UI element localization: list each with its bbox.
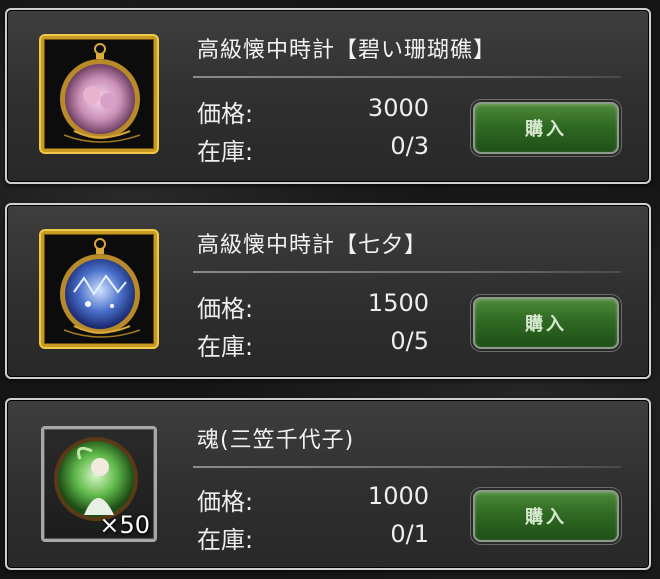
stock-label: 在庫: bbox=[197, 526, 254, 554]
shop-item-card: 高級懐中時計【七夕】 価格: 1500 在庫: 0/5 購入 bbox=[5, 203, 651, 379]
buy-button[interactable]: 購入 bbox=[473, 490, 619, 542]
price-label: 価格: bbox=[197, 488, 254, 516]
divider bbox=[193, 271, 621, 273]
divider bbox=[193, 466, 621, 468]
stock-value: 0/5 bbox=[390, 327, 429, 355]
price-value: 3000 bbox=[367, 94, 429, 122]
pocket-watch-pink-icon bbox=[41, 36, 157, 152]
item-name: 高級懐中時計【七夕】 bbox=[197, 233, 428, 258]
price-label: 価格: bbox=[197, 100, 254, 128]
pocket-watch-blue-icon bbox=[41, 231, 157, 347]
stock-label: 在庫: bbox=[197, 138, 254, 166]
shop-item-card: ×50 魂(三笠千代子) 価格: 1000 在庫: 0/1 購入 bbox=[5, 398, 651, 570]
soul-portrait-icon: ×50 bbox=[41, 426, 157, 542]
stock-label: 在庫: bbox=[197, 333, 254, 361]
buy-button[interactable]: 購入 bbox=[473, 297, 619, 349]
price-value: 1000 bbox=[367, 482, 429, 510]
shop-item-card: 高級懐中時計【碧い珊瑚礁】 価格: 3000 在庫: 0/3 購入 bbox=[5, 8, 651, 184]
item-name: 魂(三笠千代子) bbox=[197, 428, 355, 453]
quantity-badge: ×50 bbox=[99, 511, 150, 539]
stock-value: 0/3 bbox=[390, 132, 429, 160]
price-value: 1500 bbox=[367, 289, 429, 317]
stock-value: 0/1 bbox=[390, 520, 429, 548]
price-label: 価格: bbox=[197, 295, 254, 323]
divider bbox=[193, 76, 621, 78]
item-name: 高級懐中時計【碧い珊瑚礁】 bbox=[197, 38, 497, 63]
buy-button[interactable]: 購入 bbox=[473, 102, 619, 154]
